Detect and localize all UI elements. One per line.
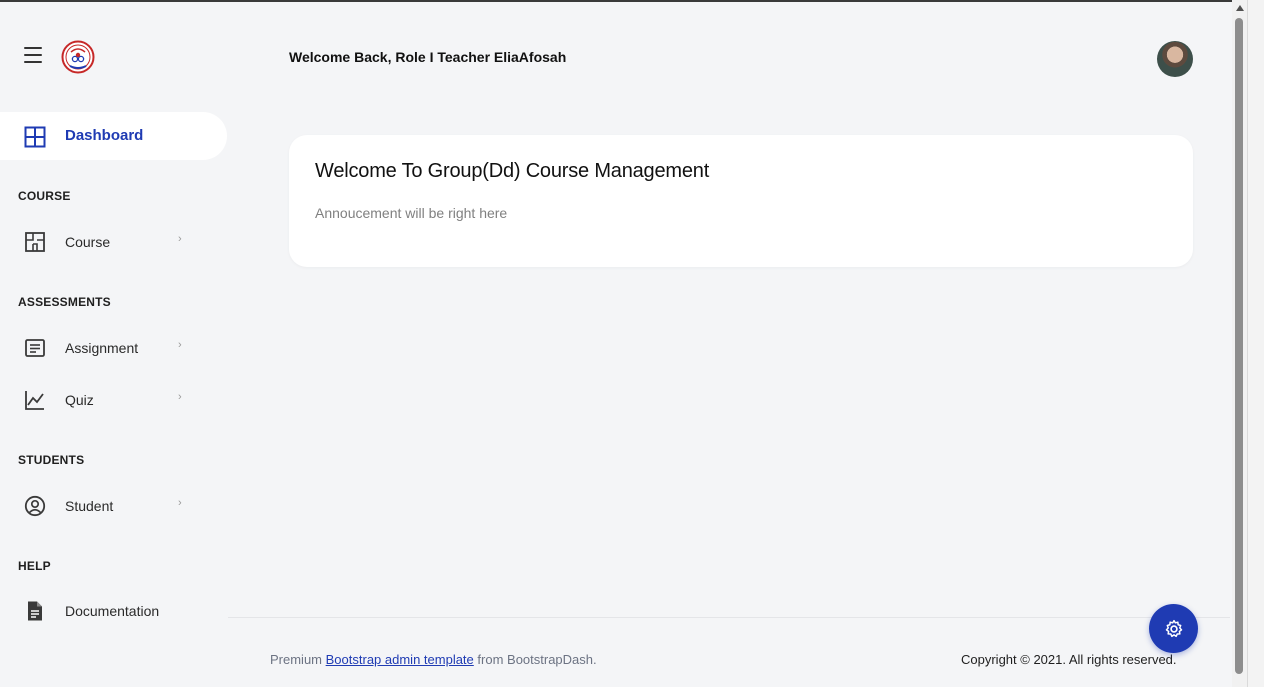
chevron-right-icon: › xyxy=(178,339,182,351)
gear-icon xyxy=(1165,619,1182,637)
announcement-card: Welcome To Group(Dd) Course Management A… xyxy=(289,135,1193,267)
footer-credit: Premium Bootstrap admin template from Bo… xyxy=(270,652,597,667)
sidebar-item-label: Assignment xyxy=(65,340,139,356)
grid-icon xyxy=(24,126,46,148)
sidebar-item-quiz[interactable]: Quiz › xyxy=(0,380,200,420)
sidebar-item-course[interactable]: Course › xyxy=(0,222,200,262)
vertical-scrollbar[interactable] xyxy=(1232,0,1247,687)
welcome-message: Welcome Back, Role I Teacher EliaAfosah xyxy=(289,49,567,65)
footer-premium-text: Premium xyxy=(270,652,323,667)
scrollbar-thumb[interactable] xyxy=(1235,18,1243,674)
sidebar-item-label: Student xyxy=(65,498,114,514)
chevron-right-icon: › xyxy=(178,497,182,509)
message-text-icon xyxy=(25,339,45,357)
floor-plan-icon xyxy=(25,232,45,252)
bootstrap-template-link[interactable]: Bootstrap admin template xyxy=(326,652,474,667)
sidebar-item-student[interactable]: Student › xyxy=(0,486,200,526)
account-circle-icon xyxy=(24,495,46,517)
section-title-students: STUDENTS xyxy=(18,453,85,467)
window-edge xyxy=(1247,0,1264,687)
sidebar-item-documentation[interactable]: Documentation xyxy=(0,591,200,631)
university-logo[interactable] xyxy=(61,40,95,74)
section-title-assessments: ASSESSMENTS xyxy=(18,295,111,309)
section-title-help: HELP xyxy=(18,559,51,573)
sidebar-item-label: Dashboard xyxy=(65,127,144,144)
section-title-course: COURSE xyxy=(18,189,71,203)
footer-divider xyxy=(228,617,1230,618)
chart-line-icon xyxy=(25,391,44,410)
sidebar-item-assignment[interactable]: Assignment › xyxy=(0,328,200,368)
sidebar-item-dashboard[interactable]: Dashboard xyxy=(0,112,227,160)
footer-from-text: from BootstrapDash. xyxy=(477,652,597,667)
footer-copyright: Copyright © 2021. All rights reserved. xyxy=(961,652,1177,667)
card-subtitle: Annoucement will be right here xyxy=(315,205,508,221)
sidebar: Dashboard COURSE Course › ASSESSMENTS As… xyxy=(0,2,228,687)
avatar[interactable] xyxy=(1157,41,1193,77)
settings-button[interactable] xyxy=(1149,604,1198,653)
sidebar-item-label: Course xyxy=(65,234,111,250)
menu-toggle-icon[interactable] xyxy=(24,47,42,63)
chevron-right-icon: › xyxy=(178,233,182,245)
card-title: Welcome To Group(Dd) Course Management xyxy=(315,160,710,182)
sidebar-item-label: Quiz xyxy=(65,392,94,408)
scroll-up-arrow-icon[interactable] xyxy=(1236,5,1244,11)
sidebar-item-label: Documentation xyxy=(65,603,160,619)
file-document-icon xyxy=(28,601,42,621)
chevron-right-icon: › xyxy=(178,391,182,403)
